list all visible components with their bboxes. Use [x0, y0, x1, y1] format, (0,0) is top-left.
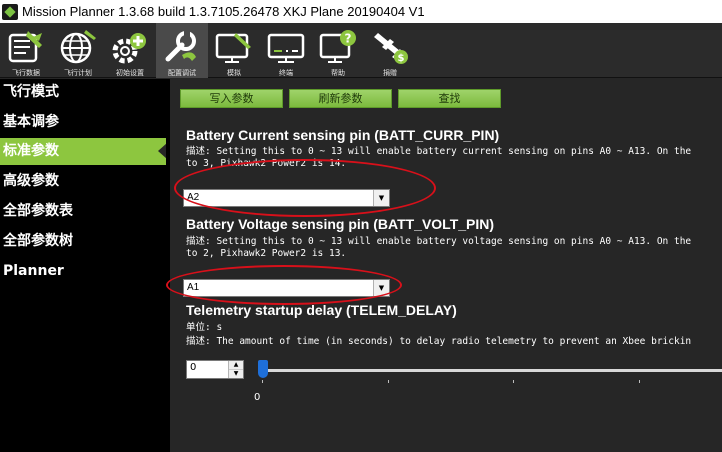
slider-tick — [639, 380, 640, 383]
terminal-icon — [267, 33, 305, 63]
sidebar-item-basic-tuning[interactable]: 基本调参 — [0, 109, 166, 136]
slider-tick — [388, 380, 389, 383]
batt-curr-description: 描述: Setting this to 0 ~ 13 will enable b… — [186, 146, 692, 157]
batt-volt-description-cont: to 2, Pixhawk2 Power2 is 13. — [186, 248, 347, 259]
sidebar-item-label: 全部参数树 — [3, 233, 73, 249]
flight-data-icon — [8, 31, 42, 63]
batt-curr-title: Battery Current sensing pin (BATT_CURR_P… — [186, 127, 500, 143]
batt-volt-description: 描述: Setting this to 0 ~ 13 will enable b… — [186, 236, 692, 247]
telem-delay-slider-thumb[interactable] — [258, 360, 268, 378]
toolbar-flight-data[interactable]: 飞行数据 — [0, 23, 52, 78]
sidebar-item-flight-modes[interactable]: 飞行模式 — [0, 79, 166, 106]
refresh-params-button[interactable]: 刷新参数 — [289, 89, 392, 108]
slider-min-label: 0 — [254, 392, 261, 403]
help-icon: ? — [319, 30, 356, 63]
initial-setup-icon — [112, 33, 146, 64]
toolbar-config-tuning[interactable]: 配置调试 — [156, 23, 208, 78]
telem-delay-stepper[interactable]: 0 ▲ ▼ — [186, 360, 244, 379]
toolbar-donate[interactable]: $ 捐赠 — [364, 23, 416, 78]
toolbar-initial-setup[interactable]: 初始设置 — [104, 23, 156, 78]
stepper-down-icon[interactable]: ▼ — [229, 369, 243, 377]
annotation-circle — [166, 265, 402, 305]
toolbar-flight-data-label: 飞行数据 — [12, 69, 40, 77]
toolbar-flight-plan-label: 飞行计划 — [64, 69, 92, 77]
sidebar-item-planner[interactable]: Planner — [0, 258, 166, 285]
sidebar-item-label: 标准参数 — [3, 143, 59, 159]
batt-volt-title: Battery Voltage sensing pin (BATT_VOLT_P… — [186, 216, 495, 232]
svg-text:?: ? — [345, 32, 352, 46]
sidebar-item-standard-params[interactable]: 标准参数 — [0, 138, 167, 165]
telem-delay-units: 单位: s — [186, 322, 223, 333]
config-tuning-icon — [165, 31, 196, 62]
donate-icon: $ — [374, 33, 408, 64]
sidebar-item-full-param-tree[interactable]: 全部参数树 — [0, 228, 166, 255]
telem-delay-value: 0 — [190, 362, 197, 373]
telem-delay-slider-track[interactable] — [260, 369, 722, 372]
globe-plan-icon — [60, 30, 96, 64]
toolbar-terminal-label: 终端 — [279, 69, 293, 77]
window-title: Mission Planner 1.3.68 build 1.3.7105.26… — [22, 4, 425, 19]
sidebar-item-label: 基本调参 — [3, 114, 59, 130]
slider-tick — [262, 380, 263, 383]
slider-tick — [513, 380, 514, 383]
write-params-button[interactable]: 写入参数 — [180, 89, 283, 108]
toolbar-initial-setup-label: 初始设置 — [116, 69, 144, 77]
sidebar-item-label: 全部参数表 — [3, 203, 73, 219]
toolbar-donate-label: 捐赠 — [383, 69, 397, 77]
title-bar: Mission Planner 1.3.68 build 1.3.7105.26… — [0, 0, 722, 23]
sidebar-item-label: 飞行模式 — [3, 84, 59, 100]
toolbar-simulation-label: 模拟 — [227, 69, 241, 77]
find-button[interactable]: 查找 — [398, 89, 501, 108]
telem-delay-description: 描述: The amount of time (in seconds) to d… — [186, 336, 692, 347]
app-logo-icon — [2, 3, 18, 20]
simulation-icon — [215, 33, 251, 63]
params-panel: 写入参数 刷新参数 查找 Battery Current sensing pin… — [166, 79, 722, 452]
toolbar-terminal[interactable]: 终端 — [260, 23, 312, 78]
stepper-up-icon[interactable]: ▲ — [229, 361, 243, 369]
sidebar-item-full-param-list[interactable]: 全部参数表 — [0, 198, 166, 225]
telem-delay-title: Telemetry startup delay (TELEM_DELAY) — [186, 302, 457, 318]
svg-text:$: $ — [398, 53, 405, 64]
toolbar-simulation[interactable]: 模拟 — [208, 23, 260, 78]
sidebar: 飞行模式 基本调参 标准参数 高级参数 全部参数表 全部参数树 Planner — [0, 79, 167, 452]
toolbar-help[interactable]: ? 帮助 — [312, 23, 364, 78]
sidebar-item-label: 高级参数 — [3, 173, 59, 189]
toolbar-help-label: 帮助 — [331, 69, 345, 77]
mission-planner-window: Mission Planner 1.3.68 build 1.3.7105.26… — [0, 0, 722, 452]
annotation-circle — [174, 159, 436, 217]
sidebar-item-label: Planner — [3, 263, 64, 279]
main-toolbar: 飞行数据 飞行计划 初始设置 配置调试 模拟 终端 ? 帮助 $ 捐赠 — [0, 23, 722, 78]
toolbar-config-tuning-label: 配置调试 — [168, 69, 196, 77]
toolbar-flight-plan[interactable]: 飞行计划 — [52, 23, 104, 78]
stepper-buttons: ▲ ▼ — [228, 361, 243, 378]
sidebar-item-advanced-params[interactable]: 高级参数 — [0, 168, 166, 195]
